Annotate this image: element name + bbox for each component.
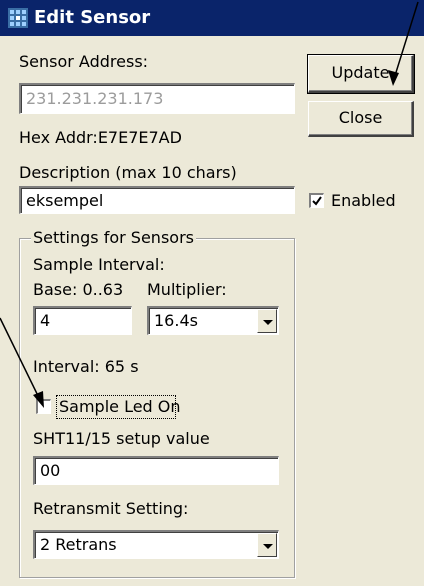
enabled-checkbox[interactable] xyxy=(309,193,324,208)
close-button[interactable]: Close xyxy=(308,101,414,137)
chevron-down-icon xyxy=(263,544,273,549)
title-bar[interactable]: Edit Sensor xyxy=(0,0,424,36)
retransmit-value: 2 Retrans xyxy=(40,535,117,554)
sensor-address-field[interactable]: 231.231.231.173 xyxy=(19,83,295,114)
hex-addr-text: Hex Addr:E7E7E7AD xyxy=(19,128,182,147)
retransmit-select[interactable]: 2 Retrans xyxy=(33,530,279,559)
retransmit-label: Retransmit Setting: xyxy=(33,499,189,518)
multiplier-select[interactable]: 16.4s xyxy=(147,306,279,335)
description-label: Description (max 10 chars) xyxy=(19,163,237,182)
sht-setup-label: SHT11/15 setup value xyxy=(33,429,210,448)
description-field[interactable]: eksempel xyxy=(19,186,295,214)
sample-led-label: Sample Led On xyxy=(59,397,181,416)
sht-setup-value: 00 xyxy=(40,461,61,480)
sample-interval-label: Sample Interval: xyxy=(33,255,165,274)
sensor-address-value: 231.231.231.173 xyxy=(26,89,164,108)
interval-text: Interval: 65 s xyxy=(33,357,139,376)
base-input[interactable]: 4 xyxy=(33,306,132,335)
edit-sensor-dialog: Edit Sensor Sensor Address: 231.231.231.… xyxy=(0,0,424,586)
retransmit-dropdown-button[interactable] xyxy=(257,533,277,557)
close-button-label: Close xyxy=(338,108,383,127)
sht-setup-input[interactable]: 00 xyxy=(33,456,279,485)
enabled-label: Enabled xyxy=(331,191,396,210)
sensor-address-label: Sensor Address: xyxy=(19,52,149,71)
base-value: 4 xyxy=(40,311,51,330)
chevron-down-icon xyxy=(263,320,273,325)
update-button[interactable]: Update xyxy=(307,54,415,94)
sample-led-checkbox[interactable] xyxy=(36,399,51,414)
window-title: Edit Sensor xyxy=(34,7,151,28)
app-grid-icon xyxy=(8,8,28,28)
base-label: Base: 0..63 xyxy=(33,280,124,299)
checkmark-icon xyxy=(312,196,322,206)
update-button-label: Update xyxy=(331,63,390,82)
multiplier-dropdown-button[interactable] xyxy=(257,309,277,333)
settings-group-label: Settings for Sensors xyxy=(31,228,196,247)
description-value: eksempel xyxy=(26,191,104,210)
multiplier-label: Multiplier: xyxy=(147,280,227,299)
multiplier-value: 16.4s xyxy=(154,311,198,330)
